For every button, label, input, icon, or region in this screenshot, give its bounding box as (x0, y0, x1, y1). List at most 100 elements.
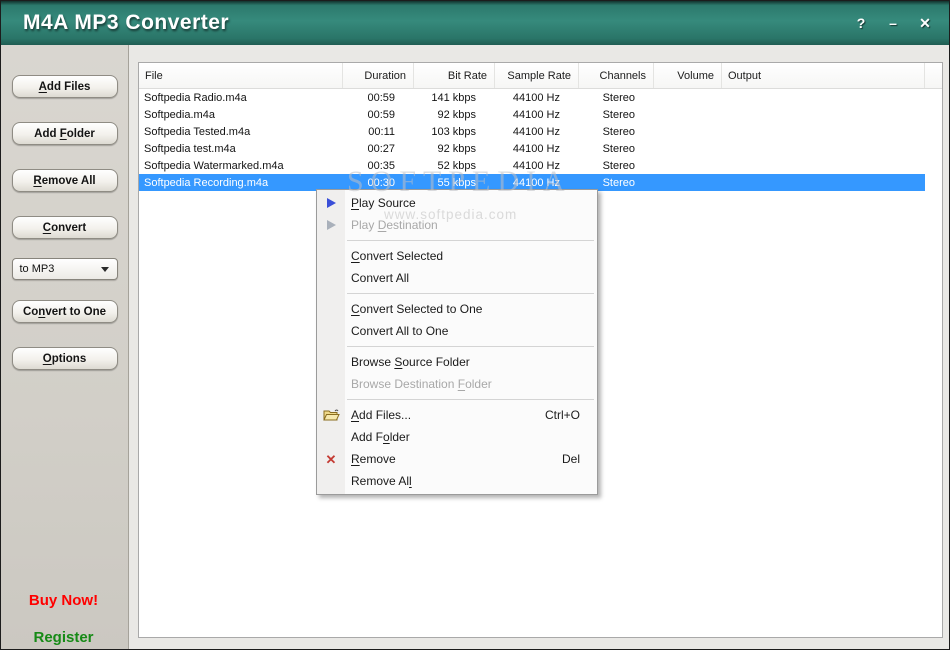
menu-item-label: Convert All to One (345, 324, 448, 338)
convert-to-one-button[interactable]: Convert to One (12, 300, 118, 323)
add-folder-button[interactable]: Add Folder (12, 122, 118, 145)
play-icon (327, 220, 336, 230)
list-body: Softpedia Radio.m4a00:59141 kbps44100 Hz… (139, 89, 942, 191)
titlebar-buttons: ? – ✕ (853, 16, 949, 30)
menu-separator (347, 240, 594, 241)
table-row[interactable]: Softpedia.m4a00:5992 kbps44100 HzStereo (139, 106, 925, 123)
menu-separator (347, 293, 594, 294)
menu-item-convert-selected[interactable]: Convert Selected (317, 245, 597, 267)
app-window: M4A MP3 Converter ? – ✕ Add Files Add Fol… (0, 0, 950, 650)
cell-sample-rate: 44100 Hz (495, 177, 579, 189)
cell-duration: 00:30 (343, 177, 414, 189)
cell-sample-rate: 44100 Hz (495, 109, 579, 121)
play-icon (327, 198, 336, 208)
format-select[interactable]: to MP3 (12, 258, 118, 280)
menu-item-label: Play Source (345, 196, 416, 210)
table-row[interactable]: Softpedia Watermarked.m4a00:3552 kbps441… (139, 157, 925, 174)
list-header: FileDurationBit RateSample RateChannelsV… (139, 63, 942, 89)
table-row[interactable]: Softpedia Tested.m4a00:11103 kbps44100 H… (139, 123, 925, 140)
menu-item-convert-all-to-one[interactable]: Convert All to One (317, 320, 597, 342)
table-row[interactable]: Softpedia Radio.m4a00:59141 kbps44100 Hz… (139, 89, 925, 106)
menu-item-label: Add Files... (345, 408, 411, 422)
close-button[interactable]: ✕ (917, 16, 933, 30)
menu-item-play-source[interactable]: Play Source (317, 192, 597, 214)
menu-item-convert-all[interactable]: Convert All (317, 267, 597, 289)
remove-x-icon: ✕ (326, 453, 337, 466)
cell-bit-rate: 92 kbps (414, 109, 495, 121)
cell-duration: 00:59 (343, 109, 414, 121)
options-button[interactable]: Options (12, 347, 118, 370)
app-title: M4A MP3 Converter (1, 11, 229, 35)
sidebar: Add Files Add Folder Remove All Convert to … (1, 45, 129, 649)
menu-item-remove[interactable]: ✕ Remove Del (317, 448, 597, 470)
cell-bit-rate: 55 kbps (414, 177, 495, 189)
header-cell-file[interactable]: File (139, 63, 343, 88)
remove-x-icon: ✕ (317, 453, 345, 466)
cell-sample-rate: 44100 Hz (495, 160, 579, 172)
cell-duration: 00:27 (343, 143, 414, 155)
menu-item-label: Convert Selected to One (345, 302, 482, 316)
menu-item-browse-source-folder[interactable]: Browse Source Folder (317, 351, 597, 373)
header-cell-channels[interactable]: Channels (579, 63, 654, 88)
cell-channels: Stereo (579, 92, 654, 104)
menu-separator (347, 346, 594, 347)
context-menu: Play Source Play Destination Convert Selec… (316, 189, 598, 495)
folder-open-icon (323, 408, 340, 422)
menu-item-remove-all[interactable]: Remove All (317, 470, 597, 492)
cell-channels: Stereo (579, 109, 654, 121)
header-cell-duration[interactable]: Duration (343, 63, 414, 88)
cell-bit-rate: 52 kbps (414, 160, 495, 172)
cell-channels: Stereo (579, 160, 654, 172)
menu-item-play-destination: Play Destination (317, 214, 597, 236)
play-icon (317, 220, 345, 230)
menu-item-label: Browse Source Folder (345, 355, 470, 369)
play-icon (317, 198, 345, 208)
cell-bit-rate: 103 kbps (414, 126, 495, 138)
cell-duration: 00:59 (343, 92, 414, 104)
menu-item-label: Browse Destination Folder (345, 377, 492, 391)
header-cell-volume[interactable]: Volume (654, 63, 722, 88)
cell-file: Softpedia Watermarked.m4a (139, 160, 343, 172)
help-button[interactable]: ? (853, 16, 869, 30)
cell-file: Softpedia Tested.m4a (139, 126, 343, 138)
add-files-button[interactable]: Add Files (12, 75, 118, 98)
menu-item-add-folder[interactable]: Add Folder (317, 426, 597, 448)
menu-item-label: Convert All (345, 271, 409, 285)
header-cell-sample-rate[interactable]: Sample Rate (495, 63, 579, 88)
menu-item-label: Add Folder (345, 430, 410, 444)
header-cell-output[interactable]: Output (722, 63, 925, 88)
cell-sample-rate: 44100 Hz (495, 92, 579, 104)
menu-item-convert-selected-to-one[interactable]: Convert Selected to One (317, 298, 597, 320)
format-select-value: to MP3 (13, 263, 101, 275)
register-text[interactable]: Register (1, 629, 126, 646)
menu-item-shortcut: Ctrl+O (545, 408, 597, 422)
menu-separator (347, 399, 594, 400)
menu-item-label: Remove All (345, 474, 412, 488)
cell-file: Softpedia.m4a (139, 109, 343, 121)
cell-channels: Stereo (579, 177, 654, 189)
minimize-button[interactable]: – (885, 16, 901, 30)
folder-open-icon (317, 408, 345, 422)
menu-item-shortcut: Del (562, 452, 597, 466)
cell-file: Softpedia Recording.m4a (139, 177, 343, 189)
cell-bit-rate: 141 kbps (414, 92, 495, 104)
cell-file: Softpedia test.m4a (139, 143, 343, 155)
menu-item-add-files[interactable]: Add Files... Ctrl+O (317, 404, 597, 426)
menu-item-label: Remove (345, 452, 396, 466)
buy-now-text[interactable]: Buy Now! (1, 592, 126, 609)
convert-button[interactable]: Convert (12, 216, 118, 239)
cell-duration: 00:11 (343, 126, 414, 138)
cell-file: Softpedia Radio.m4a (139, 92, 343, 104)
menu-item-label: Convert Selected (345, 249, 443, 263)
title-bar: M4A MP3 Converter ? – ✕ (1, 1, 949, 45)
cell-channels: Stereo (579, 126, 654, 138)
remove-all-button[interactable]: Remove All (12, 169, 118, 192)
header-cell-bit-rate[interactable]: Bit Rate (414, 63, 495, 88)
menu-item-label: Play Destination (345, 218, 438, 232)
menu-item-browse-destination-folder: Browse Destination Folder (317, 373, 597, 395)
chevron-down-icon (101, 267, 109, 272)
cell-bit-rate: 92 kbps (414, 143, 495, 155)
cell-sample-rate: 44100 Hz (495, 143, 579, 155)
table-row[interactable]: Softpedia test.m4a00:2792 kbps44100 HzSt… (139, 140, 925, 157)
header-filler (925, 63, 942, 88)
